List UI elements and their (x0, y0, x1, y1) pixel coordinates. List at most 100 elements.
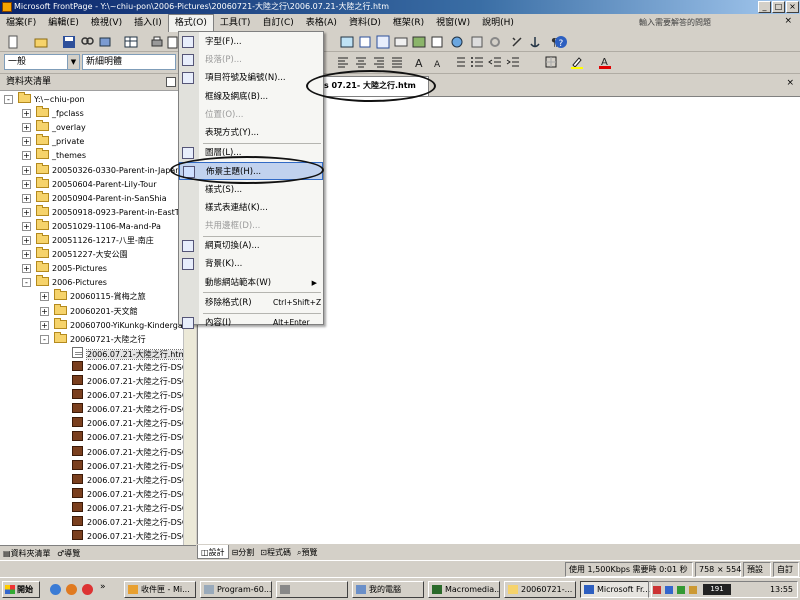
tree-expand-toggle[interactable]: - (4, 95, 13, 104)
tree-expand-toggle[interactable]: + (22, 193, 31, 203)
refresh-icon[interactable] (488, 35, 502, 49)
quicklaunch-icon-3[interactable] (82, 584, 93, 595)
tree-expand-toggle[interactable]: + (22, 109, 31, 119)
tab-split[interactable]: ⊟分割 (229, 545, 258, 559)
tree-folder-item[interactable]: 20050326-0330-Parent-in-Japan (36, 162, 180, 178)
tree-expand-toggle[interactable]: + (22, 123, 31, 133)
tree-folder-item[interactable]: 20060721-大陸之行 (54, 331, 146, 347)
tree-expand-toggle[interactable]: + (22, 250, 31, 260)
tree-folder-item[interactable]: _fpclass (36, 106, 84, 121)
align-left-icon[interactable] (336, 55, 350, 69)
tree-file-item[interactable]: 2006.07.21-大陸之行-DSCN40 (72, 445, 195, 460)
increase-indent-icon[interactable] (506, 55, 520, 69)
tree-folder-item[interactable]: 20050604-Parent-Lily-Tour (36, 176, 157, 192)
frame-icon[interactable] (376, 35, 390, 49)
tree-folder-item[interactable]: _themes (36, 148, 86, 163)
help-close-icon[interactable]: × (784, 16, 792, 26)
window-titlebar[interactable]: Microsoft FrontPage - Y:\~chiu-pon\2006-… (0, 0, 800, 14)
tree-expand-toggle[interactable]: + (22, 151, 31, 161)
ie-quicklaunch-icon[interactable] (50, 584, 61, 595)
menu-tools[interactable]: 工具(T) (214, 14, 257, 32)
bookmark-icon[interactable] (510, 35, 524, 49)
tree-file-item[interactable]: 2006.07.21-大陸之行-DSCN40 (72, 487, 195, 502)
tree-expand-toggle[interactable]: - (22, 278, 31, 288)
tree-expand-toggle[interactable]: + (40, 292, 49, 302)
tray-icon-1[interactable] (653, 586, 661, 594)
font-combo[interactable]: 新細明體 (82, 54, 176, 70)
tree-expand-toggle[interactable]: + (40, 306, 49, 316)
anchor-icon[interactable] (528, 35, 542, 49)
format-menu-item[interactable]: 表現方式(Y)... (179, 124, 323, 142)
help-question-box[interactable]: 輸入需要解答的問題 (639, 15, 774, 30)
format-menu-item[interactable]: 項目符號及編號(N)... (179, 69, 323, 87)
drawing-icon[interactable] (394, 35, 408, 49)
new-folder-icon[interactable] (166, 77, 176, 87)
justify-icon[interactable] (390, 55, 404, 69)
align-center-icon[interactable] (354, 55, 368, 69)
insert-picture-icon[interactable] (340, 35, 354, 49)
menu-data[interactable]: 資料(D) (343, 14, 387, 32)
image-tool-icon[interactable] (412, 35, 426, 49)
task-blank[interactable] (276, 581, 348, 598)
highlight-icon[interactable] (570, 55, 584, 69)
tray-icon-3[interactable] (677, 586, 685, 594)
menu-file[interactable]: 檔案(F) (0, 14, 42, 32)
format-menu-item[interactable]: 框線及網底(B)... (179, 88, 323, 106)
menu-view[interactable]: 檢視(V) (85, 14, 128, 32)
task-program[interactable]: Program-60... (200, 581, 272, 598)
menu-insert[interactable]: 插入(I) (128, 14, 168, 32)
tree-folder-item[interactable]: 20050918-0923-Parent-in-EastTaiwan (36, 204, 195, 220)
tree-expand-toggle[interactable]: + (40, 320, 49, 330)
tree-folder-item[interactable]: 20051227-大安公園 (36, 247, 128, 262)
menu-table[interactable]: 表格(A) (300, 14, 343, 32)
tree-folder-item[interactable]: 20051029-1106-Ma-and-Pa (36, 218, 161, 234)
format-menu-item[interactable]: 移除格式(R) Ctrl+Shift+Z (179, 294, 323, 312)
format-menu-item[interactable]: 網頁切換(A)... (179, 237, 323, 255)
tree-file-item[interactable]: 2006.07.21-大陸之行-DSCN40 (72, 516, 195, 530)
tab-navigation[interactable]: 導覽 (64, 549, 80, 558)
web-component-icon[interactable] (430, 35, 444, 49)
tree-file-item[interactable]: 2006.07.21-大陸之行-DSCN40 (72, 501, 195, 516)
start-button[interactable]: 開始 (2, 581, 40, 598)
tab-code[interactable]: ⊡程式碼 (257, 545, 294, 559)
globe-icon[interactable] (450, 35, 464, 49)
tree-expand-toggle[interactable]: + (22, 207, 31, 217)
menu-custom[interactable]: 自訂(C) (256, 14, 299, 32)
tree-expand-toggle[interactable]: + (22, 165, 31, 175)
open-folder-icon[interactable] (34, 35, 48, 49)
clock[interactable]: 13:55 (770, 582, 793, 597)
tree-expand-toggle[interactable]: + (22, 236, 31, 245)
tree-file-item[interactable]: 2006.07.21-大陸之行-DSCN40 (72, 431, 195, 445)
tree-file-item[interactable]: 2006.07.21-大陸之行-DSCN40 (72, 375, 195, 389)
quicklaunch-icon-2[interactable] (66, 584, 77, 595)
search-icon[interactable] (80, 35, 94, 49)
quicklaunch-more-icon[interactable]: » (100, 582, 106, 592)
format-menu-item[interactable]: 樣式表連結(K)... (179, 199, 323, 217)
tree-file-item[interactable]: 2006.07.21-大陸之行-DSCN40 (72, 473, 195, 488)
format-menu-item[interactable]: 內容(I) Alt+Enter (179, 314, 323, 332)
tree-expand-toggle[interactable]: + (22, 179, 31, 189)
tree-folder-item[interactable]: 20060115-賞梅之旅 (54, 289, 146, 304)
print-icon[interactable] (150, 35, 164, 49)
tray-icon-2[interactable] (665, 586, 673, 594)
tree-folder-item[interactable]: 20050904-Parent-in-SanShia (36, 190, 167, 206)
menu-edit[interactable]: 編輯(E) (42, 14, 85, 32)
tree-file-item[interactable]: 2006.07.21-大陸之行-DSCN40 (72, 360, 195, 375)
menu-window[interactable]: 視窗(W) (430, 14, 476, 32)
tree-folder-item[interactable]: 2006-Pictures (36, 275, 107, 290)
minimize-button[interactable]: _ (758, 1, 771, 13)
increase-font-icon[interactable]: A (414, 55, 428, 69)
tree-expand-toggle[interactable]: + (22, 221, 31, 231)
bullets-icon[interactable] (470, 55, 484, 69)
style-combo[interactable]: 一般 ▼ (4, 54, 80, 70)
format-menu-item[interactable]: 動態網站範本(W) ▶ (179, 274, 323, 292)
task-my-computer[interactable]: 我的電腦 (352, 581, 424, 598)
tree-folder-item[interactable]: 20060700-YiKunkg-Kindergarten-I2 (54, 317, 195, 333)
tree-file-item[interactable]: 2006.07.21-大陸之行-DSCN40 (72, 389, 195, 403)
numbering-icon[interactable] (452, 55, 466, 69)
menu-format[interactable]: 格式(O) (167, 14, 214, 32)
tree-expand-toggle[interactable]: + (22, 137, 31, 147)
tree-folder-item[interactable]: 20051126-1217-八里-南庄 (36, 233, 154, 248)
tree-folder-item[interactable]: _overlay (36, 120, 86, 135)
new-page-icon[interactable] (6, 35, 20, 49)
